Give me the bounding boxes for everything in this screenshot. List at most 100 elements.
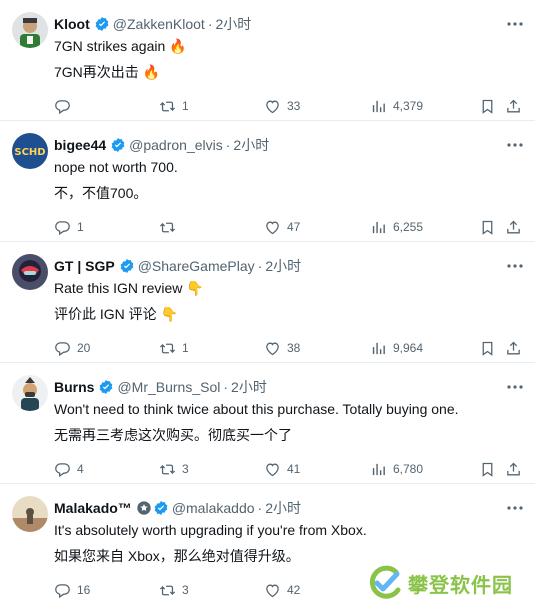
retweet-button[interactable]: 3 xyxy=(159,580,189,600)
bookmark-button[interactable] xyxy=(479,459,496,479)
share-button[interactable] xyxy=(505,96,522,116)
author-handle[interactable]: @ZakkenKloot xyxy=(113,14,205,34)
view-count: 9,964 xyxy=(393,341,424,355)
separator-dot: · xyxy=(257,258,263,274)
author-name[interactable]: Burns xyxy=(54,377,94,397)
tweet[interactable]: Burns @Mr_Burns_Sol · 2小时 Won't need to … xyxy=(0,363,535,484)
views-button[interactable]: 6,780 xyxy=(370,459,423,479)
tweet[interactable]: SCHD bigee44 @padron_elvis · 2小时 nope no… xyxy=(0,121,535,242)
retweet-button[interactable]: 1 xyxy=(159,338,189,358)
retweet-icon xyxy=(159,222,176,232)
svg-text:SCHD: SCHD xyxy=(14,147,45,158)
heart-icon xyxy=(266,342,279,355)
tweet-header: Malakado™ @malakaddo · 2小时 xyxy=(54,498,525,518)
watermark-text: 攀登软件园 xyxy=(408,572,513,597)
bookmark-button[interactable] xyxy=(479,217,496,237)
avatar[interactable] xyxy=(12,375,48,411)
tweet-text: Rate this IGN review 👇 xyxy=(54,280,204,296)
share-icon xyxy=(507,341,520,354)
share-button[interactable] xyxy=(505,459,522,479)
timeline-feed: Kloot @ZakkenKloot · 2小时 7GN strikes aga… xyxy=(0,0,535,605)
author-name[interactable]: bigee44 xyxy=(54,135,106,155)
tweet[interactable]: GT | SGP @ShareGamePlay · 2小时 Rate this … xyxy=(0,242,535,363)
avatar[interactable]: SCHD xyxy=(12,133,48,169)
share-button[interactable] xyxy=(505,217,522,237)
analytics-icon xyxy=(372,463,385,475)
tweet[interactable]: Kloot @ZakkenKloot · 2小时 7GN strikes aga… xyxy=(0,0,535,121)
verified-badge-icon xyxy=(110,137,126,153)
separator-dot: · xyxy=(257,500,263,516)
bookmark-button[interactable] xyxy=(479,338,496,358)
views-button[interactable]: 4,379 xyxy=(370,96,423,116)
like-button[interactable]: 41 xyxy=(264,459,300,479)
author-name[interactable]: Malakado™ xyxy=(54,498,132,518)
bookmark-icon xyxy=(482,341,493,356)
retweet-icon xyxy=(159,585,176,595)
separator-dot: · xyxy=(223,379,229,395)
timestamp[interactable]: 2小时 xyxy=(265,256,301,276)
share-icon xyxy=(507,462,520,475)
retweet-icon xyxy=(159,343,176,353)
bookmark-button[interactable] xyxy=(479,96,496,116)
tweet-text: nope not worth 700. xyxy=(54,159,178,175)
author-handle[interactable]: @ShareGamePlay xyxy=(138,256,255,276)
retweet-count: 1 xyxy=(182,341,189,355)
bookmark-icon xyxy=(482,220,493,235)
timestamp[interactable]: 2小时 xyxy=(215,14,251,34)
avatar[interactable] xyxy=(12,254,48,290)
watermark-logo-icon xyxy=(369,565,401,599)
author-name[interactable]: GT | SGP xyxy=(54,256,115,276)
more-options-icon[interactable] xyxy=(505,498,525,518)
like-button[interactable]: 38 xyxy=(264,338,300,358)
author-name[interactable]: Kloot xyxy=(54,14,90,34)
timestamp[interactable]: 2小时 xyxy=(233,135,269,155)
tweet-text: 7GN strikes again 🔥 xyxy=(54,38,187,54)
views-button[interactable]: 9,964 xyxy=(370,338,423,358)
tweet-translation: 7GN再次出击 🔥 xyxy=(54,64,161,80)
like-count: 42 xyxy=(287,583,301,597)
retweet-icon xyxy=(159,464,176,474)
retweet-icon xyxy=(159,101,176,111)
share-button[interactable] xyxy=(505,338,522,358)
more-options-icon[interactable] xyxy=(505,377,525,397)
retweet-count: 3 xyxy=(182,462,189,476)
like-button[interactable]: 47 xyxy=(264,217,300,237)
reply-button[interactable]: 1 xyxy=(54,217,84,237)
reply-button[interactable]: 16 xyxy=(54,580,90,600)
reply-button[interactable]: 4 xyxy=(54,459,84,479)
reply-button[interactable] xyxy=(54,96,77,116)
tweet-actions: 20 1 38 9,964 xyxy=(54,338,525,358)
more-options-icon[interactable] xyxy=(505,256,525,276)
retweet-button[interactable]: 3 xyxy=(159,459,189,479)
reply-icon xyxy=(55,220,70,235)
bookmark-icon xyxy=(482,462,493,477)
timestamp[interactable]: 2小时 xyxy=(231,377,267,397)
heart-icon xyxy=(266,100,279,113)
like-button[interactable]: 42 xyxy=(264,580,300,600)
tweet-translation: 如果您来自 Xbox，那么绝对值得升级。 xyxy=(54,548,300,564)
separator-dot: · xyxy=(207,16,213,32)
views-button[interactable]: 6,255 xyxy=(370,217,423,237)
view-count: 6,255 xyxy=(393,220,424,234)
avatar[interactable] xyxy=(12,12,48,48)
verified-badge-icon xyxy=(98,379,114,395)
tweet-text: Won't need to think twice about this pur… xyxy=(54,401,459,417)
author-handle[interactable]: @padron_elvis xyxy=(129,135,223,155)
timestamp[interactable]: 2小时 xyxy=(265,498,301,518)
retweet-button[interactable] xyxy=(159,217,182,237)
tweet-actions: 1 47 6,255 xyxy=(54,217,525,237)
bookmark-icon xyxy=(482,99,493,114)
avatar[interactable] xyxy=(12,496,48,532)
more-options-icon[interactable] xyxy=(505,135,525,155)
like-button[interactable]: 33 xyxy=(264,96,300,116)
retweet-count: 1 xyxy=(182,99,189,113)
retweet-button[interactable]: 1 xyxy=(159,96,189,116)
reply-button[interactable]: 20 xyxy=(54,338,90,358)
author-handle[interactable]: @Mr_Burns_Sol xyxy=(117,377,220,397)
reply-count: 1 xyxy=(77,220,84,234)
share-icon xyxy=(507,220,520,233)
more-options-icon[interactable] xyxy=(505,14,525,34)
reply-count: 20 xyxy=(77,341,91,355)
author-handle[interactable]: @malakaddo xyxy=(172,498,255,518)
verified-badge-icon xyxy=(94,16,110,32)
